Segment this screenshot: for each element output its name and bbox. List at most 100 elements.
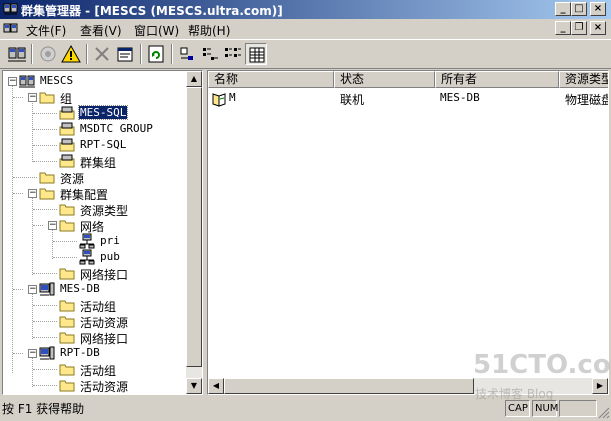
delete-x-icon bbox=[95, 47, 109, 61]
cluster-tree-pane[interactable]: − MESCS − 组 MES-SQL MSDTC GROUP RPT-SQL … bbox=[2, 70, 203, 395]
tree-guide-line bbox=[33, 225, 43, 226]
tree-guide-line bbox=[13, 177, 37, 178]
tree-guide-line bbox=[13, 193, 23, 194]
tree-label: 活动组 bbox=[80, 300, 117, 314]
scroll-down-arrow-icon[interactable]: ▼ bbox=[186, 378, 202, 394]
column-header-name[interactable]: 名称 bbox=[208, 71, 334, 88]
tree-guide-line bbox=[33, 385, 57, 386]
refresh-button[interactable] bbox=[145, 43, 167, 65]
tree-guide-line bbox=[53, 257, 77, 258]
tree-label: 活动组 bbox=[80, 364, 117, 378]
tree-guide-line bbox=[33, 369, 57, 370]
take-offline-button[interactable] bbox=[60, 43, 82, 65]
expand-toggle[interactable]: − bbox=[28, 93, 37, 102]
menu-help[interactable]: 帮助(H) bbox=[188, 22, 230, 39]
tree-label: 网络接口 bbox=[80, 332, 129, 346]
refresh-icon bbox=[148, 45, 164, 63]
list-view-button[interactable] bbox=[222, 43, 244, 65]
server-icon bbox=[39, 346, 55, 360]
menu-bar: 文件(F) 查看(V) 窗口(W) 帮助(H) bbox=[0, 19, 611, 38]
toolbar-separator bbox=[31, 44, 33, 64]
list-icon bbox=[225, 48, 241, 57]
small-icons-view-button[interactable] bbox=[199, 43, 221, 65]
expand-toggle[interactable]: − bbox=[28, 349, 37, 358]
disk-resource-icon bbox=[212, 93, 226, 107]
tree-guide-line bbox=[13, 97, 23, 98]
network-icon bbox=[79, 249, 95, 265]
column-header-owner[interactable]: 所有者 bbox=[435, 71, 559, 88]
delete-button[interactable] bbox=[91, 43, 113, 65]
resize-grip-icon[interactable] bbox=[598, 407, 610, 419]
warning-icon bbox=[61, 44, 81, 63]
document-system-icon[interactable] bbox=[3, 21, 19, 36]
open-connection-button[interactable] bbox=[6, 43, 28, 65]
mdi-restore-button[interactable]: ❐ bbox=[571, 21, 587, 35]
tree-guide-line bbox=[33, 129, 57, 130]
tree-guide-line bbox=[33, 273, 57, 274]
minimize-button[interactable]: _ bbox=[555, 2, 571, 16]
scroll-thumb[interactable] bbox=[224, 378, 474, 394]
group-icon bbox=[59, 154, 75, 168]
maximize-button[interactable]: □ bbox=[571, 2, 587, 16]
details-view-button[interactable] bbox=[245, 43, 267, 65]
tree-label: 网络接口 bbox=[80, 268, 129, 282]
tree-guide-line bbox=[33, 305, 57, 306]
scroll-thumb[interactable] bbox=[186, 87, 202, 367]
folder-icon bbox=[59, 300, 75, 312]
menu-window[interactable]: 窗口(W) bbox=[134, 22, 179, 39]
column-header-resource-type[interactable]: 资源类型 bbox=[559, 71, 608, 88]
tree-guide-line bbox=[33, 337, 57, 338]
server-icon bbox=[39, 282, 55, 296]
toolbar-separator bbox=[171, 44, 173, 64]
folder-icon bbox=[59, 364, 75, 376]
details-icon bbox=[249, 47, 265, 63]
tree-label: MES-SQL bbox=[77, 105, 129, 120]
tree-label: 资源类型 bbox=[80, 204, 129, 218]
toolbar-separator bbox=[140, 44, 142, 64]
expand-toggle[interactable]: − bbox=[8, 77, 17, 86]
tree-label: pub bbox=[100, 250, 120, 263]
scroll-lock-indicator bbox=[559, 400, 597, 417]
caps-lock-indicator: CAP bbox=[505, 400, 530, 417]
tree-guide-line bbox=[33, 161, 57, 162]
folder-icon bbox=[39, 172, 55, 184]
mdi-close-button[interactable]: × bbox=[590, 21, 606, 35]
scroll-left-arrow-icon[interactable]: ◀ bbox=[208, 378, 224, 394]
tree-label: MSDTC GROUP bbox=[80, 122, 153, 135]
properties-button[interactable] bbox=[114, 43, 136, 65]
cluster-app-icon bbox=[3, 3, 18, 15]
tree-label: RPT-DB bbox=[60, 346, 100, 359]
network-icon bbox=[79, 233, 95, 249]
menu-file[interactable]: 文件(F) bbox=[26, 22, 66, 39]
tree-guide-line bbox=[33, 113, 57, 114]
scroll-right-arrow-icon[interactable]: ▶ bbox=[592, 378, 608, 394]
tree-label: 活动资源 bbox=[80, 316, 129, 330]
title-bar[interactable]: 群集管理器 - [MESCS (MESCS.ultra.com)] _ □ × bbox=[0, 0, 611, 19]
tree-guide-line bbox=[33, 145, 57, 146]
expand-toggle[interactable]: − bbox=[28, 285, 37, 294]
expand-toggle[interactable]: − bbox=[28, 189, 37, 198]
tree-label: pri bbox=[100, 234, 120, 247]
tree-label: 资源 bbox=[60, 172, 85, 186]
resource-list-pane[interactable]: 名称 状态 所有者 资源类型 M 联机 MES-DB 物理磁盘 ◀ ▶ bbox=[207, 70, 609, 395]
large-icons-view-button[interactable] bbox=[176, 43, 198, 65]
menu-view[interactable]: 查看(V) bbox=[80, 22, 122, 39]
close-button[interactable]: × bbox=[590, 2, 606, 16]
folder-icon bbox=[59, 332, 75, 344]
toolbar-separator bbox=[86, 44, 88, 64]
expand-toggle[interactable]: − bbox=[48, 221, 57, 230]
column-header-status[interactable]: 状态 bbox=[334, 71, 435, 88]
folder-icon bbox=[59, 204, 75, 216]
status-text: 按 F1 获得帮助 bbox=[2, 402, 85, 416]
mdi-minimize-button[interactable]: _ bbox=[555, 21, 571, 35]
bring-online-button[interactable] bbox=[37, 43, 59, 65]
tree-label: MESCS bbox=[40, 74, 74, 87]
tree-guide-line bbox=[53, 241, 77, 242]
tree-label: 群集组 bbox=[80, 156, 117, 170]
cell-owner: MES-DB bbox=[440, 91, 480, 104]
cluster-icon bbox=[19, 75, 35, 88]
scroll-up-arrow-icon[interactable]: ▲ bbox=[186, 71, 202, 87]
tree-label: 活动资源 bbox=[80, 380, 129, 394]
cluster-admin-window: 群集管理器 - [MESCS (MESCS.ultra.com)] _ □ × … bbox=[0, 0, 611, 421]
tree-vertical-scrollbar[interactable]: ▲ ▼ bbox=[186, 71, 202, 394]
